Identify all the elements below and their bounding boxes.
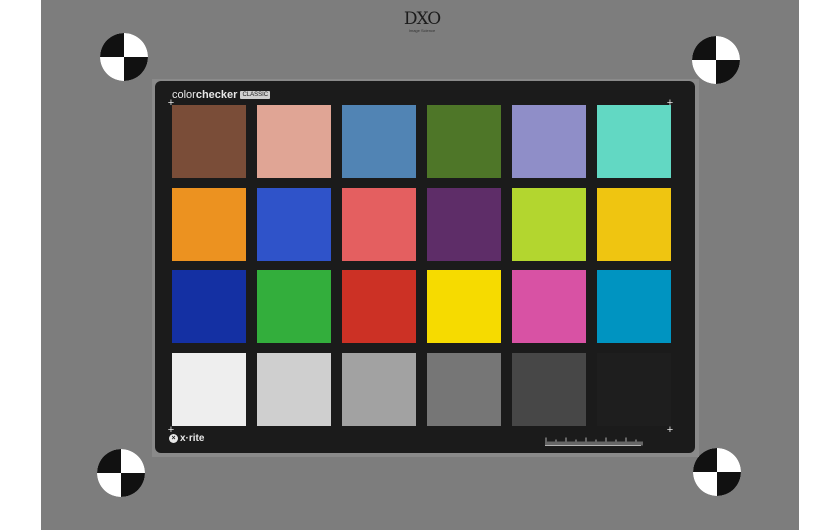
crosshair-icon: +	[666, 424, 674, 436]
color-swatch	[427, 187, 501, 261]
color-swatch	[597, 105, 671, 178]
xrite-logo: × x·rite	[169, 433, 204, 444]
color-swatch	[512, 187, 586, 261]
color-swatch	[257, 352, 331, 426]
color-swatch	[342, 105, 416, 178]
registration-target-icon	[100, 33, 148, 81]
dxo-logo-mark: DXO	[403, 9, 441, 29]
chart-name: colorchecker	[172, 89, 237, 101]
xrite-wordmark: x·rite	[180, 433, 205, 444]
color-swatch	[257, 187, 331, 261]
color-swatch	[427, 352, 501, 426]
chart-name-light: color	[172, 89, 196, 101]
color-swatch	[512, 352, 586, 426]
color-swatch	[172, 352, 246, 426]
color-swatch	[512, 105, 586, 178]
test-board: DXO Image Science colorchecker CLASSIC +…	[41, 0, 799, 530]
registration-target-icon	[693, 448, 741, 496]
chart-name-bold: checker	[195, 89, 238, 101]
color-swatch	[172, 270, 246, 343]
color-checker-chart: colorchecker CLASSIC + + + + × x·rite	[155, 81, 695, 453]
color-swatch	[257, 270, 331, 343]
chart-brand: colorchecker CLASSIC	[172, 88, 271, 102]
color-swatch	[427, 270, 501, 343]
color-swatch	[172, 105, 246, 178]
color-swatch	[597, 270, 671, 343]
color-swatch	[342, 187, 416, 261]
color-swatch	[342, 270, 416, 343]
color-swatch	[257, 105, 331, 178]
color-swatch	[427, 105, 501, 178]
scale-ruler	[545, 437, 643, 446]
color-swatch	[597, 352, 671, 426]
dxo-logo: DXO Image Science	[400, 9, 444, 34]
color-swatch	[342, 352, 416, 426]
color-swatch	[172, 187, 246, 261]
xrite-mark-icon: ×	[169, 434, 178, 443]
registration-target-icon	[692, 36, 740, 84]
color-swatch	[512, 270, 586, 343]
chart-edition-badge: CLASSIC	[240, 91, 271, 99]
color-swatch	[597, 187, 671, 261]
registration-target-icon	[97, 449, 145, 497]
